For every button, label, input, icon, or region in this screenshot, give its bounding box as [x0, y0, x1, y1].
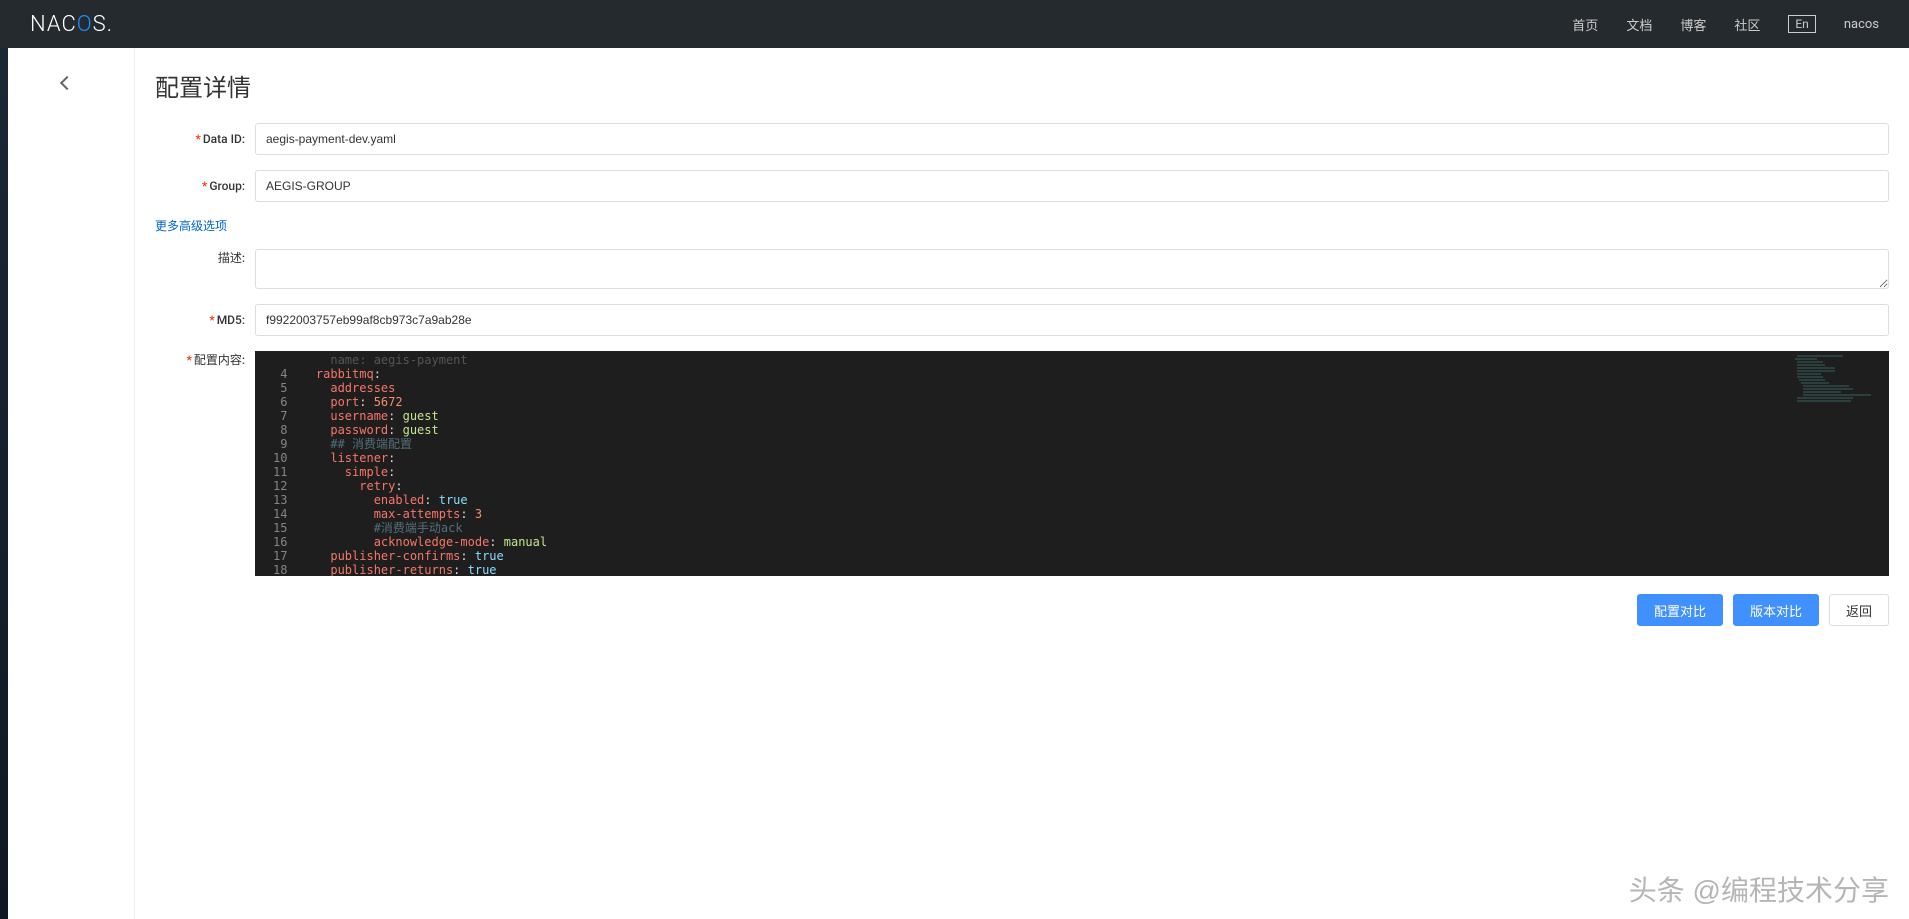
form-row-content: *配置内容: 456789101112131415161718 name: ae…	[155, 351, 1889, 576]
nav-user[interactable]: nacos	[1844, 17, 1879, 32]
chevron-left-icon	[60, 76, 74, 90]
nav-blog[interactable]: 博客	[1680, 15, 1706, 34]
button-row: 配置对比 版本对比 返回	[155, 594, 1889, 626]
label-data-id: *Data ID:	[155, 132, 255, 146]
compare-config-button[interactable]: 配置对比	[1637, 594, 1723, 626]
code-editor[interactable]: 456789101112131415161718 name: aegis-pay…	[255, 351, 1889, 576]
nav-community[interactable]: 社区	[1734, 15, 1760, 34]
sidebar-back-button[interactable]	[0, 68, 134, 98]
label-group: *Group:	[155, 179, 255, 193]
form-row-md5: *MD5:	[155, 304, 1889, 336]
textarea-description[interactable]	[255, 249, 1889, 289]
lang-toggle[interactable]: En	[1788, 15, 1815, 33]
sidebar	[0, 48, 135, 919]
form-row-data-id: *Data ID:	[155, 123, 1889, 155]
nav-home[interactable]: 首页	[1572, 15, 1598, 34]
nav-docs[interactable]: 文档	[1626, 15, 1652, 34]
form-row-description: 描述:	[155, 249, 1889, 289]
container: 配置详情 *Data ID: *Group: 更多高级选项 描述: *MD5: …	[0, 48, 1909, 919]
label-md5: *MD5:	[155, 313, 255, 327]
page-title: 配置详情	[155, 68, 1889, 103]
input-data-id[interactable]	[255, 123, 1889, 155]
main-content: 配置详情 *Data ID: *Group: 更多高级选项 描述: *MD5: …	[135, 48, 1909, 919]
label-description: 描述:	[155, 249, 255, 266]
logo[interactable]: NACOS.	[30, 12, 113, 37]
code-content[interactable]: name: aegis-payment rabbitmq: addresses …	[297, 351, 1789, 576]
back-button[interactable]: 返回	[1829, 594, 1889, 626]
label-content: *配置内容:	[155, 351, 255, 368]
logo-highlight: O	[77, 12, 93, 37]
input-group[interactable]	[255, 170, 1889, 202]
form-row-group: *Group:	[155, 170, 1889, 202]
left-edge-decoration	[0, 48, 8, 919]
compare-version-button[interactable]: 版本对比	[1733, 594, 1819, 626]
code-gutter: 456789101112131415161718	[255, 351, 297, 576]
logo-suffix: S.	[93, 12, 113, 37]
nav-right: 首页 文档 博客 社区 En nacos	[1572, 15, 1879, 34]
header: NACOS. 首页 文档 博客 社区 En nacos	[0, 0, 1909, 48]
input-md5[interactable]	[255, 304, 1889, 336]
advanced-options-link[interactable]: 更多高级选项	[155, 217, 227, 234]
logo-text: NAC	[30, 12, 77, 37]
code-minimap[interactable]	[1789, 351, 1889, 576]
